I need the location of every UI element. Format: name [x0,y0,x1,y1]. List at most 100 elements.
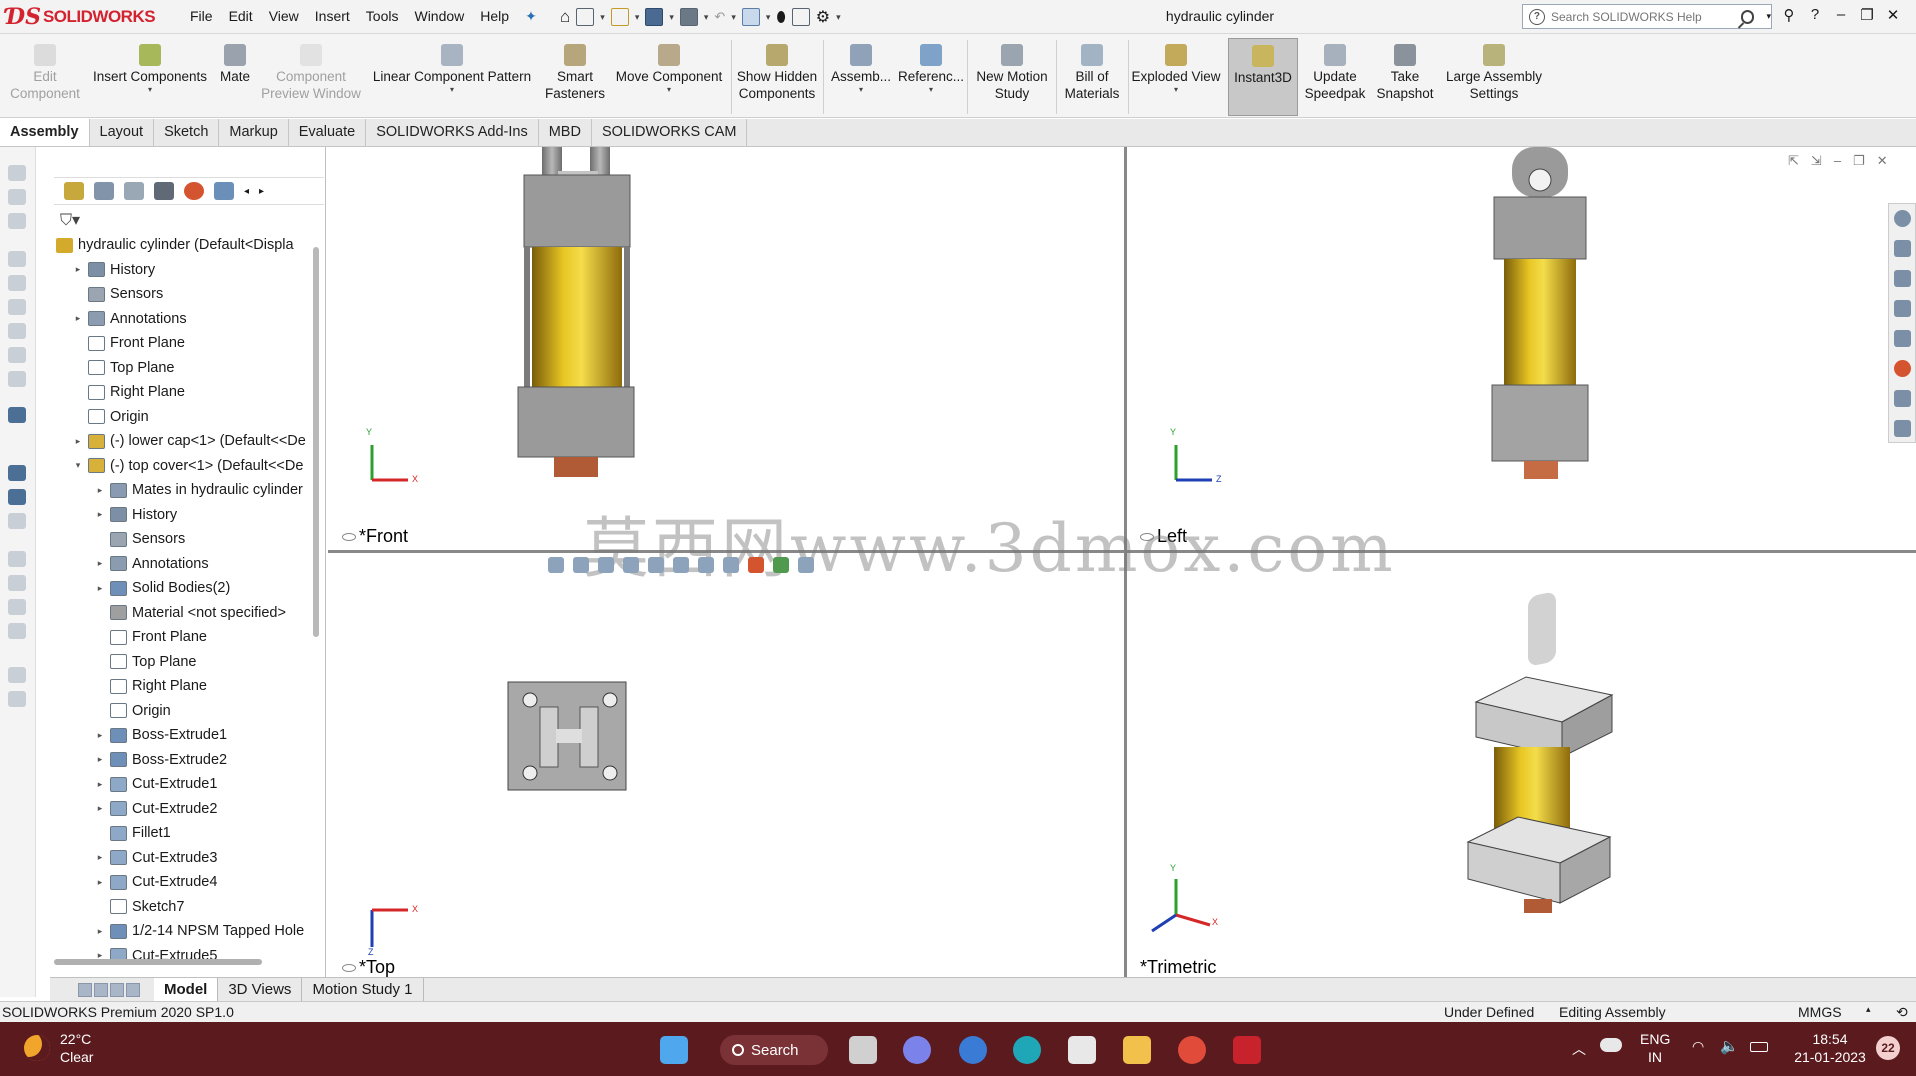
tool-icon[interactable] [8,323,26,339]
search-icon[interactable] [1740,9,1755,24]
traffic-light-icon[interactable]: ⬮ [776,9,785,26]
menu-edit[interactable]: Edit [221,8,261,25]
minimize-icon[interactable]: – [1834,153,1841,169]
scroll-right-icon[interactable]: ▸ [259,186,264,197]
solidworks-logo[interactable]: ƊS SOLIDWORKS [6,2,156,32]
tool-icon[interactable] [8,251,26,267]
minimize-icon[interactable]: – [1828,6,1854,24]
previous-tab-icon[interactable] [94,982,108,997]
tab-mbd[interactable]: MBD [539,119,592,146]
exploded-view-button[interactable]: Exploded View ▾ [1130,38,1222,116]
clock[interactable]: 18:54 21-01-2023 [1790,1030,1870,1066]
expand-toggle-icon[interactable]: ▸ [94,852,106,863]
insert-components-button[interactable]: Insert Components ▾ [88,38,212,116]
tab-model[interactable]: Model [154,978,219,1001]
dropdown-arrow-icon[interactable]: ▾ [667,85,671,95]
dynamic-annotation-icon[interactable] [648,557,664,573]
tool-icon[interactable] [8,691,26,707]
dropdown-arrow-icon[interactable]: ▾ [450,85,454,95]
print-icon[interactable] [679,8,698,26]
view-palette-icon[interactable] [1894,330,1911,347]
tab-3d-views[interactable]: 3D Views [218,978,303,1001]
tool-icon[interactable] [8,667,26,683]
task-view-icon[interactable] [849,1036,877,1064]
tree-solid-bodies[interactable]: ▸ Solid Bodies(2) [94,576,231,600]
tool-icon[interactable] [8,551,26,567]
tab-assembly[interactable]: Assembly [0,119,90,146]
tree-origin[interactable]: Origin [94,699,171,723]
tab-markup[interactable]: Markup [219,119,289,146]
dimxpert-tab-icon[interactable] [154,182,174,200]
tree-right-plane[interactable]: Right Plane [94,674,207,698]
tree-cut-extrude4[interactable]: ▸ Cut-Extrude4 [94,870,218,894]
help-search-input[interactable] [1550,9,1731,24]
expand-toggle-icon[interactable]: ▸ [94,558,106,569]
menu-window[interactable]: Window [406,8,472,25]
teams-chat-icon[interactable] [903,1036,931,1064]
battery-icon[interactable] [1750,1042,1768,1052]
tool-icon[interactable] [8,465,26,481]
tree-history[interactable]: ▸ History [94,503,177,527]
tree-cut-extrude1[interactable]: ▸ Cut-Extrude1 [94,772,218,796]
tool-icon[interactable] [8,623,26,639]
tree-fillet1[interactable]: Fillet1 [94,821,171,845]
tree-top-plane[interactable]: Top Plane [72,356,175,380]
start-windows-icon[interactable] [660,1036,688,1064]
close-icon[interactable]: ✕ [1880,6,1906,24]
dropdown-arrow-icon[interactable]: ▾ [859,85,863,95]
tab-sketch[interactable]: Sketch [154,119,220,146]
tab-layout[interactable]: Layout [90,119,155,146]
show-hidden-icons-icon[interactable]: ︿ [1572,1039,1586,1059]
tool-icon[interactable] [8,489,26,505]
home-icon[interactable]: ⌂ [560,7,570,27]
section-view-icon[interactable] [623,557,639,573]
bill-of-materials-button[interactable]: Bill of Materials [1058,38,1126,116]
tree-tapped-hole[interactable]: ▸ 1/2-14 NPSM Tapped Hole [94,919,305,943]
tool-icon[interactable] [8,299,26,315]
tree-origin[interactable]: Origin [72,405,149,429]
tool-icon[interactable] [8,513,26,529]
undo-icon[interactable]: ↶ [714,9,725,25]
apply-scene-icon[interactable] [773,557,789,573]
reference-geometry-button[interactable]: Referenc... ▾ [896,38,966,116]
tree-lower-cap[interactable]: ▸ (-) lower cap<1> (Default<<De [72,429,306,453]
expand-toggle-icon[interactable]: ▸ [72,313,84,324]
expand-toggle-icon[interactable]: ▸ [94,926,106,937]
scroll-left-icon[interactable]: ◂ [244,186,249,197]
tree-top-plane[interactable]: Top Plane [94,650,197,674]
next-tab-icon[interactable] [110,982,124,997]
help-search-box[interactable]: ? ▾ [1522,4,1772,29]
dropdown-arrow-icon[interactable]: ▾ [929,85,933,95]
tree-history[interactable]: ▸ History [72,258,155,282]
dropdown-arrow-icon[interactable]: ▾ [1174,85,1178,95]
solidworks-resources-icon[interactable] [1894,210,1911,227]
last-tab-icon[interactable] [126,982,140,997]
feature-tree-tab-icon[interactable] [64,182,84,200]
left-view-model[interactable] [1491,147,1589,479]
onedrive-cloud-icon[interactable] [1600,1038,1622,1052]
zoom-to-fit-icon[interactable] [548,557,564,573]
tool-icon[interactable] [8,189,26,205]
display-style-icon[interactable] [698,557,714,573]
show-hidden-components-button[interactable]: Show Hidden Components [734,38,820,116]
forum-icon[interactable] [1894,420,1911,437]
cam-tab-icon[interactable] [214,182,234,200]
menu-file[interactable]: File [182,8,221,25]
tool-icon[interactable] [8,213,26,229]
menu-insert[interactable]: Insert [307,8,358,25]
new-motion-study-button[interactable]: New Motion Study [970,38,1054,116]
expand-toggle-icon[interactable]: ▾ [72,460,84,471]
component-preview-window-button[interactable]: Component Preview Window [258,38,364,116]
smart-fasteners-button[interactable]: Smart Fasteners [540,38,610,116]
design-library-icon[interactable] [1894,270,1911,287]
expand-toggle-icon[interactable]: ▸ [94,583,106,594]
expand-toggle-icon[interactable]: ▸ [94,803,106,814]
trimetric-view-model[interactable] [1466,591,1614,913]
tree-annotations[interactable]: ▸ Annotations [94,552,209,576]
edge-browser-icon[interactable] [1013,1036,1041,1064]
weather-widget[interactable]: 22°C Clear [24,1030,93,1066]
units-dropdown-icon[interactable]: ▴ [1866,1004,1871,1015]
expand-toggle-icon[interactable]: ▸ [94,485,106,496]
menu-view[interactable]: View [261,8,307,25]
first-tab-icon[interactable] [78,982,92,997]
